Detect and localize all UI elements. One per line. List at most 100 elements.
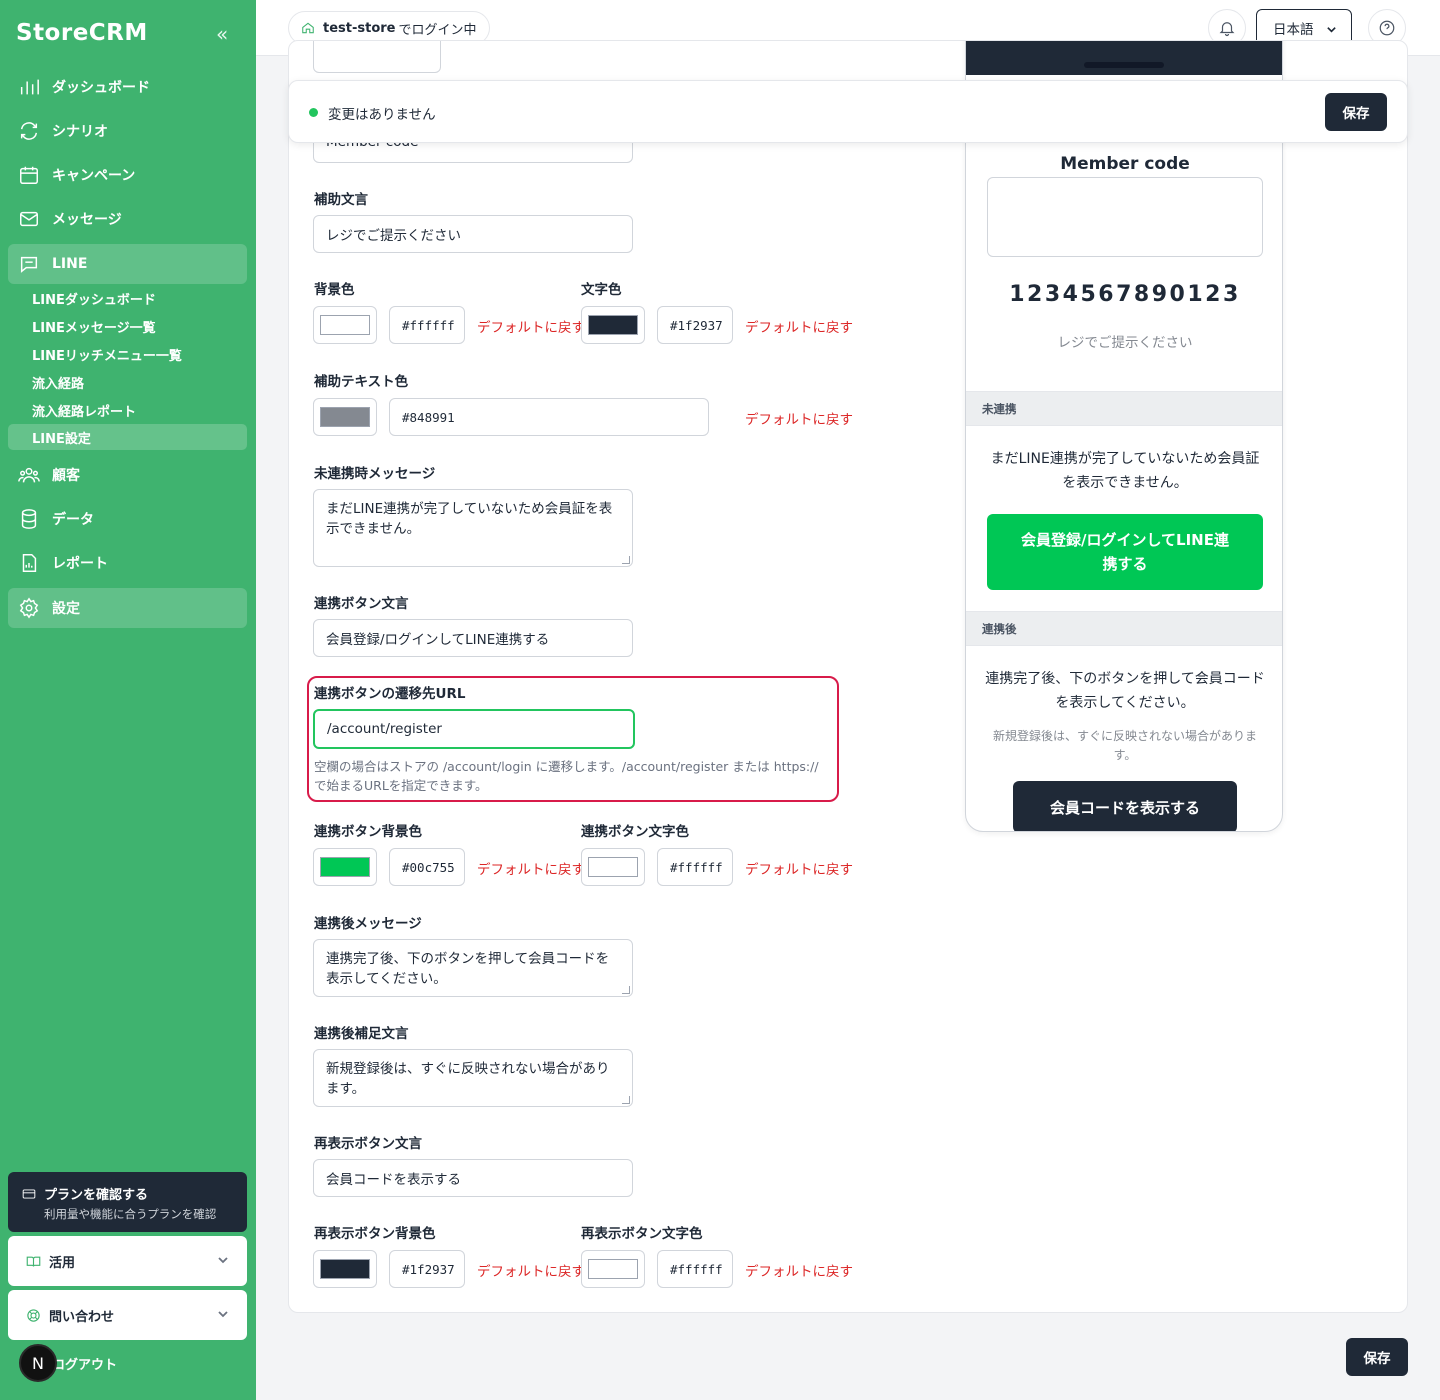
preview-line-link-button[interactable]: 会員登録/ログインしてLINE連携する: [987, 514, 1263, 590]
collapse-sidebar-icon[interactable]: «: [216, 22, 228, 46]
sidebar-item-label: ダッシュボード: [52, 80, 150, 96]
sidebar: StoreCRM « ダッシュボード シナリオ キャンペーン メッセージ LIN…: [0, 0, 256, 1400]
after-note-label: 連携後補足文言: [314, 1026, 409, 1042]
link-button-text-label: 連携ボタン文言: [314, 596, 409, 612]
preview-unlinked-section: 未連携: [966, 391, 1282, 426]
home-icon: [302, 22, 314, 34]
chevron-down-icon: [218, 1257, 228, 1264]
sidebar-item-label: LINE: [52, 256, 88, 272]
sidebar-sub-inflow-report[interactable]: 流入経路レポート: [8, 397, 247, 423]
chat-icon: [20, 256, 38, 273]
sidebar-item-data[interactable]: データ: [8, 499, 247, 539]
sidebar-item-label: シナリオ: [52, 124, 108, 140]
helper-color-label: 補助テキスト色: [314, 374, 409, 390]
sidebar-sub-line-messages[interactable]: LINEメッセージ一覧: [8, 313, 247, 339]
calendar-icon: [20, 166, 38, 184]
sidebar-item-scenario[interactable]: シナリオ: [8, 111, 247, 151]
bg-color-reset-link[interactable]: デフォルトに戻す: [477, 316, 585, 336]
sidebar-item-campaign[interactable]: キャンペーン: [8, 155, 247, 195]
link-bg-color-swatch[interactable]: [313, 848, 377, 886]
helper-color-swatch[interactable]: [313, 398, 377, 436]
language-value: 日本語: [1273, 22, 1314, 38]
text-color-reset-link[interactable]: デフォルトに戻す: [745, 316, 853, 336]
gear-icon: [19, 597, 39, 619]
helper-text-input[interactable]: レジでご提示ください: [313, 215, 633, 253]
store-name: test-store: [323, 20, 396, 36]
users-icon: [18, 467, 40, 483]
sidebar-item-line[interactable]: LINE: [8, 244, 247, 284]
accordion-contact[interactable]: 問い合わせ: [8, 1290, 247, 1340]
reshow-bg-color-reset-link[interactable]: デフォルトに戻す: [477, 1260, 585, 1280]
avatar[interactable]: N: [19, 1344, 57, 1382]
reshow-text-input[interactable]: 会員コードを表示する: [313, 1159, 633, 1197]
link-fg-color-swatch[interactable]: [581, 848, 645, 886]
upload-button[interactable]: [313, 41, 441, 73]
sidebar-item-label: キャンペーン: [52, 168, 136, 184]
help-icon: [1379, 20, 1395, 36]
sidebar-item-customers[interactable]: 顧客: [8, 455, 247, 495]
reshow-fg-color-input[interactable]: #ffffff: [657, 1250, 733, 1288]
sidebar-item-label: 設定: [52, 601, 80, 617]
after-message-label: 連携後メッセージ: [314, 916, 422, 932]
reshow-fg-color-label: 再表示ボタン文字色: [581, 1226, 703, 1242]
refresh-icon: [20, 122, 38, 140]
preview-unlinked-message: まだLINE連携が完了していないため会員証を表示できません。: [990, 451, 1260, 491]
preview-show-code-button[interactable]: 会員コードを表示する: [1013, 781, 1237, 831]
preview-linked-note: 新規登録後は、すぐに反映されない場合があります。: [992, 729, 1257, 762]
sidebar-item-report[interactable]: レポート: [8, 543, 247, 583]
text-color-input[interactable]: #1f2937: [657, 306, 733, 344]
sidebar-item-dashboard[interactable]: ダッシュボード: [8, 67, 247, 107]
helper-color-input[interactable]: #848991: [389, 398, 709, 436]
accordion-label: 問い合わせ: [49, 1309, 115, 1325]
accordion-usage[interactable]: 活用: [8, 1236, 247, 1286]
bg-color-label: 背景色: [314, 282, 355, 298]
sidebar-item-label: メッセージ: [52, 212, 122, 228]
sidebar-item-message[interactable]: メッセージ: [8, 199, 247, 239]
preview-barcode-area: [987, 177, 1263, 257]
link-button-url-input[interactable]: /account/register: [313, 709, 635, 749]
reshow-fg-color-reset-link[interactable]: デフォルトに戻す: [745, 1260, 853, 1280]
link-button-text-input[interactable]: 会員登録/ログインしてLINE連携する: [313, 619, 633, 657]
sidebar-sub-line-settings[interactable]: LINE設定: [8, 424, 247, 450]
link-fg-color-reset-link[interactable]: デフォルトに戻す: [745, 858, 853, 878]
preview-title: Member code: [1060, 154, 1190, 174]
bar-chart-icon: [20, 79, 39, 95]
sidebar-sub-line-richmenu[interactable]: LINEリッチメニュー一覧: [8, 341, 247, 367]
link-bg-color-input[interactable]: #00c755: [389, 848, 465, 886]
save-button-sticky[interactable]: 保存: [1325, 93, 1387, 131]
link-bg-color-label: 連携ボタン背景色: [314, 824, 422, 840]
preview-linked-message: 連携完了後、下のボタンを押して会員コードを表示してください。: [985, 671, 1265, 711]
text-color-swatch[interactable]: [581, 306, 645, 344]
sidebar-item-settings[interactable]: 設定: [8, 588, 247, 628]
bg-color-swatch[interactable]: [313, 306, 377, 344]
helper-color-reset-link[interactable]: デフォルトに戻す: [745, 408, 853, 428]
lifebuoy-icon: [27, 1308, 40, 1322]
link-button-url-hint: 空欄の場合はストアの /account/login に遷移します。/accoun…: [314, 759, 819, 793]
book-icon: [26, 1256, 41, 1267]
sidebar-item-label: データ: [52, 512, 94, 528]
link-button-url-label: 連携ボタンの遷移先URL: [314, 686, 466, 702]
preview-helper-text: レジでご提示ください: [1057, 335, 1193, 351]
link-bg-color-reset-link[interactable]: デフォルトに戻す: [477, 858, 585, 878]
logout-link[interactable]: ログアウト: [52, 1354, 117, 1373]
member-card-preview: Member code 1234567890123 レジでご提示ください 未連携…: [965, 41, 1283, 832]
sidebar-item-label: レポート: [52, 556, 108, 572]
sidebar-sub-line-dashboard[interactable]: LINEダッシュボード: [8, 285, 247, 311]
plan-card[interactable]: プランを確認する 利用量や機能に合うプランを確認: [8, 1172, 247, 1232]
store-suffix: でログイン中: [398, 22, 477, 38]
save-button[interactable]: 保存: [1346, 1338, 1408, 1376]
bg-color-input[interactable]: #ffffff: [389, 306, 465, 344]
sidebar-sub-inflow[interactable]: 流入経路: [8, 369, 247, 395]
chevron-down-icon: [1327, 27, 1336, 33]
reshow-bg-color-swatch[interactable]: [313, 1250, 377, 1288]
report-icon: [22, 554, 37, 572]
text-color-label: 文字色: [581, 282, 622, 298]
accordion-label: 活用: [49, 1255, 76, 1271]
after-message-textarea[interactable]: 連携完了後、下のボタンを押して会員コードを表示してください。: [313, 939, 633, 997]
after-note-textarea[interactable]: 新規登録後は、すぐに反映されない場合があります。: [313, 1049, 633, 1107]
reshow-bg-color-input[interactable]: #1f2937: [389, 1250, 465, 1288]
link-fg-color-input[interactable]: #ffffff: [657, 848, 733, 886]
unlinked-message-textarea[interactable]: まだLINE連携が完了していないため会員証を表示できません。: [313, 489, 633, 567]
brand-logo[interactable]: StoreCRM: [16, 20, 148, 46]
reshow-fg-color-swatch[interactable]: [581, 1250, 645, 1288]
